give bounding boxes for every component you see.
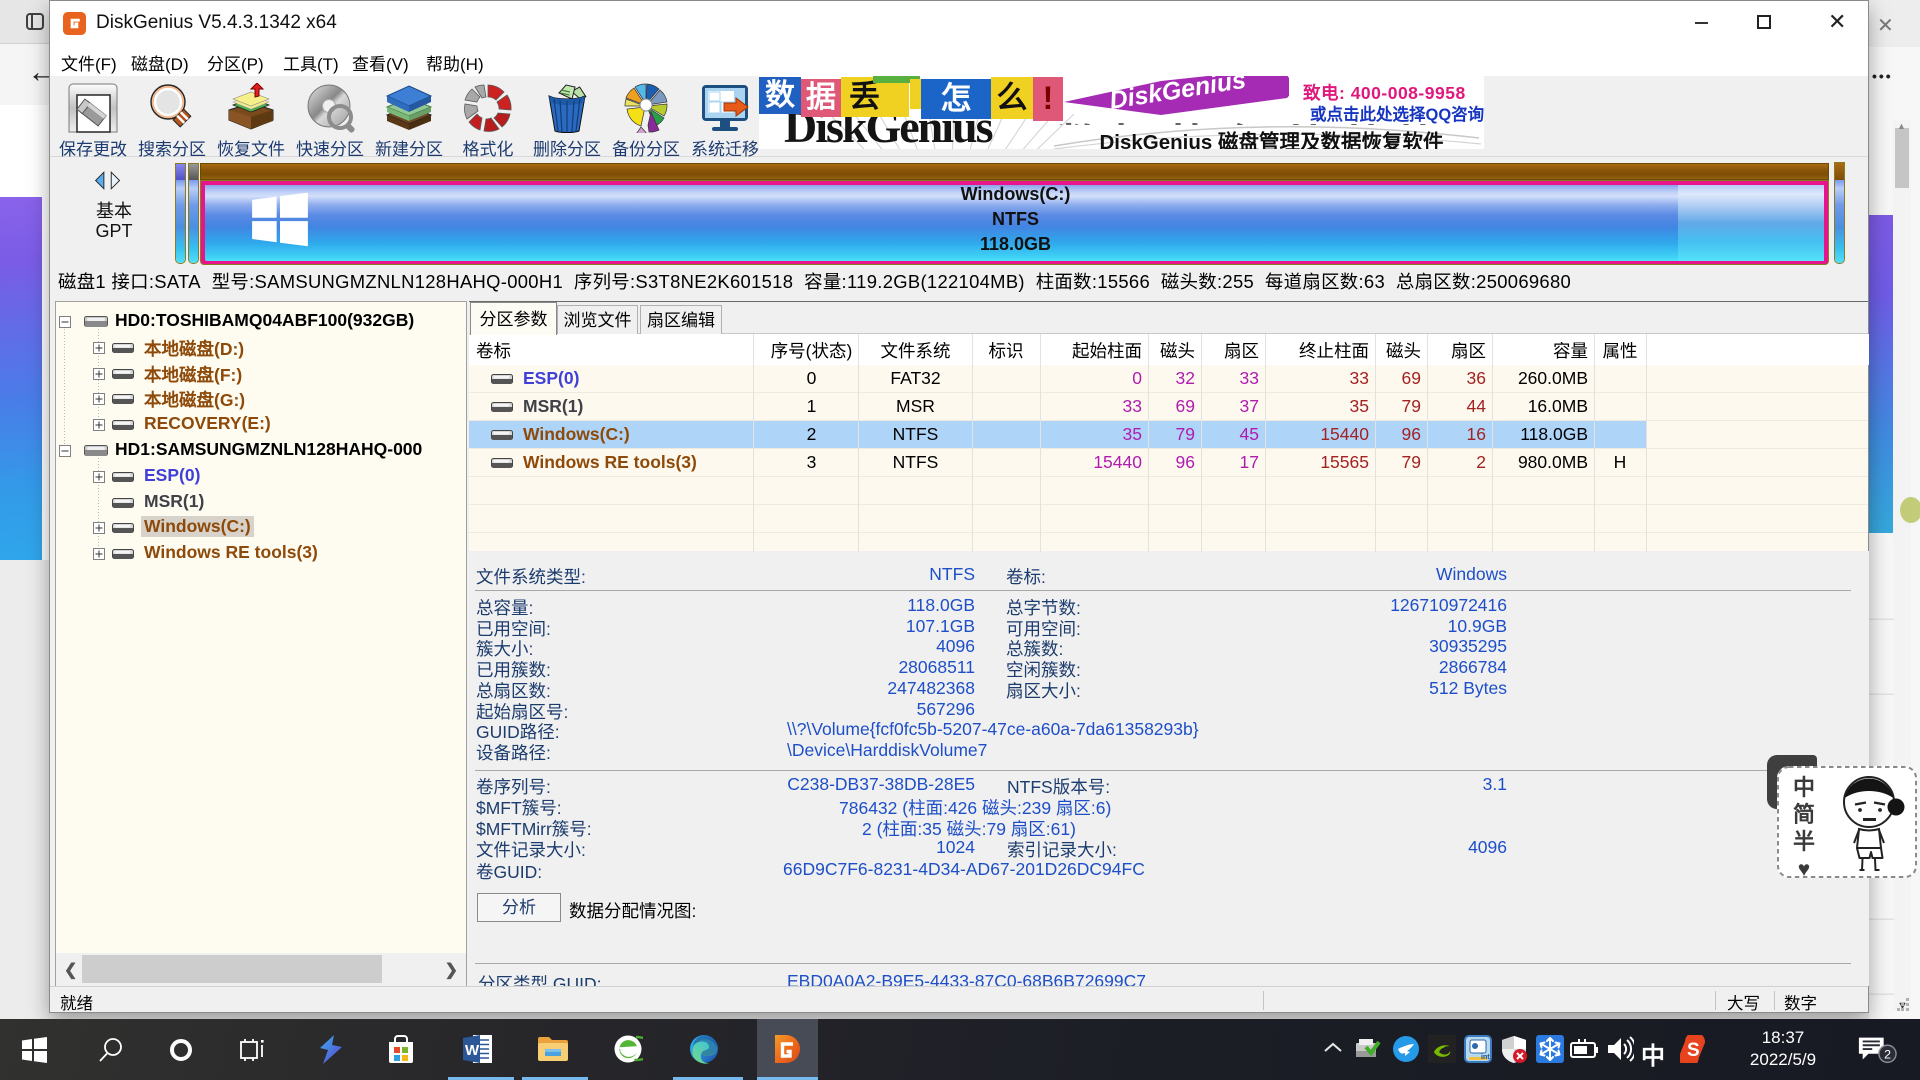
svg-text:int: int: [1481, 1054, 1490, 1061]
svg-text:W: W: [465, 1042, 480, 1059]
svg-text:2: 2: [1884, 1048, 1891, 1062]
svg-text:S: S: [1687, 1040, 1700, 1061]
